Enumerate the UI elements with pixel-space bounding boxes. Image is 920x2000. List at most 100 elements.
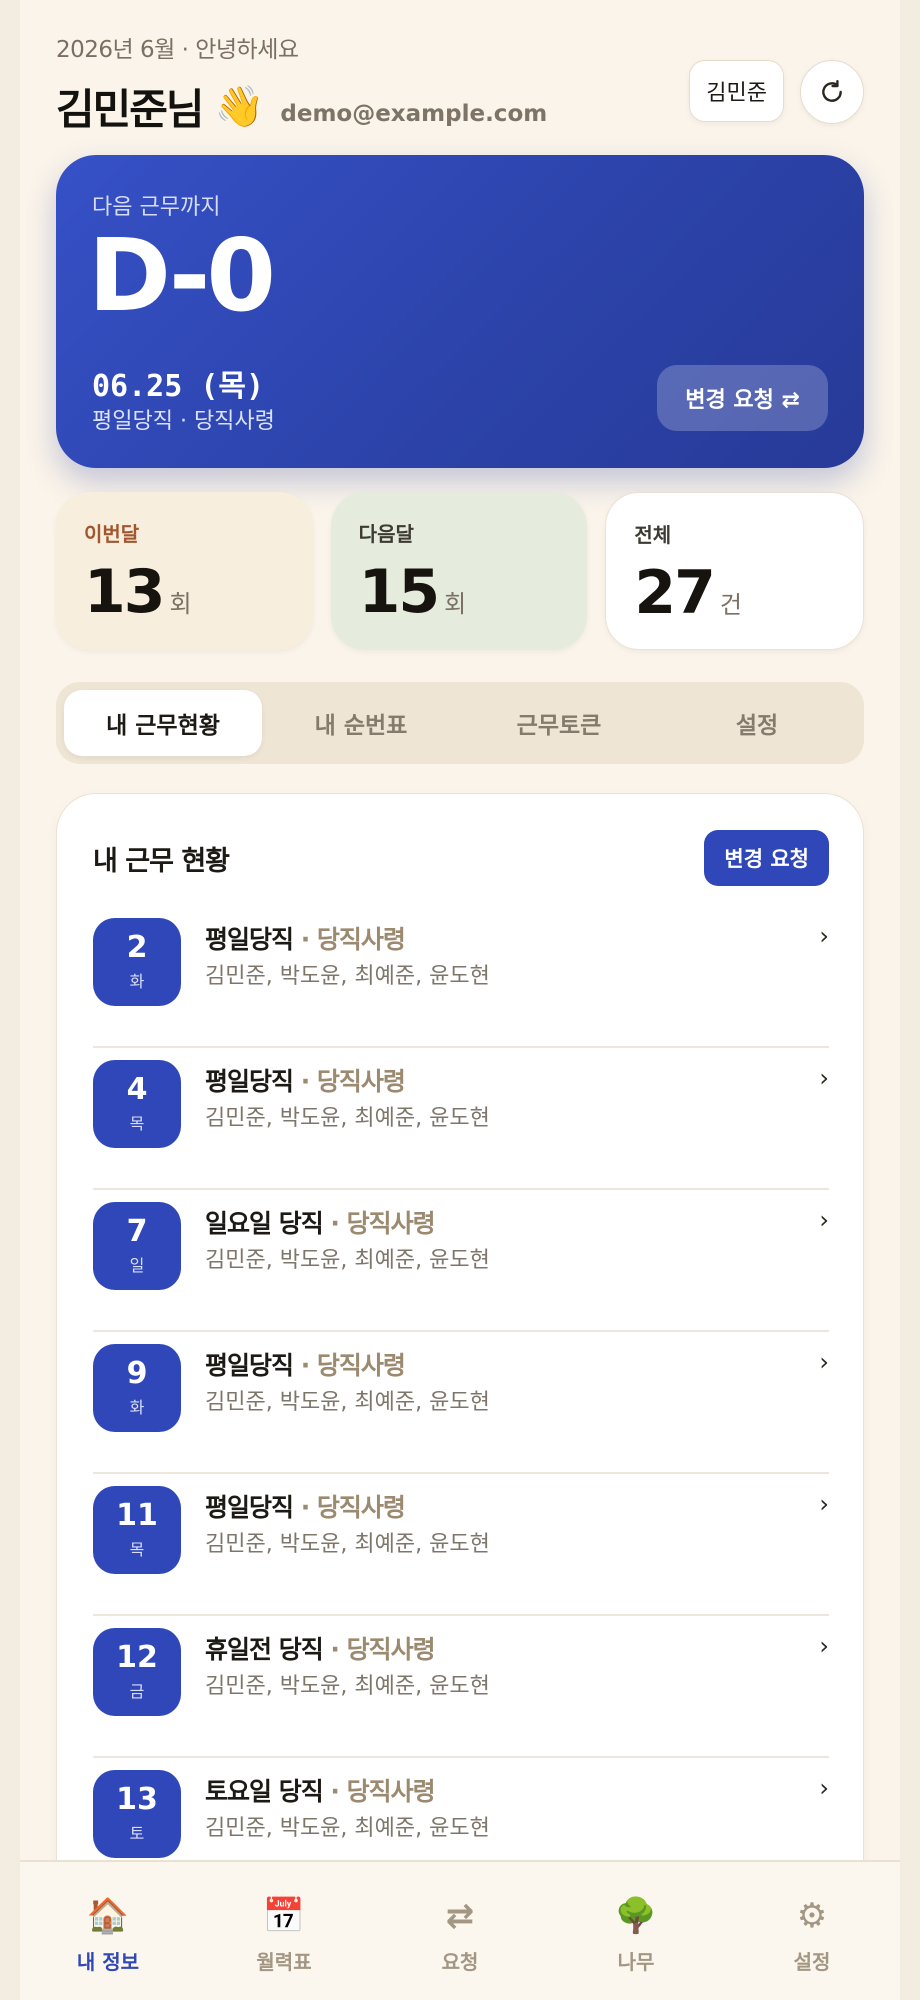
change-request-button[interactable]: 변경 요청 ⇄ xyxy=(657,365,828,431)
nav-label: 요청 xyxy=(441,1950,479,1974)
user-name-button[interactable]: 김민준 xyxy=(689,60,784,122)
date-badge: 4목 xyxy=(93,1060,181,1148)
duty-row[interactable]: 4 목 평일당직 · 당직사령 김민준, 박도윤, 최예준, 윤도현 › xyxy=(93,1048,829,1190)
nav-item-3[interactable]: 🌳 나무 xyxy=(548,1862,724,2000)
duty-row[interactable]: 7 일 일요일 당직 · 당직사령 김민준, 박도윤, 최예준, 윤도현 › xyxy=(93,1190,829,1332)
duty-role: · 당직사령 xyxy=(322,1777,435,1806)
next-duty-card: 다음 근무까지 D-0 06.25 (목) 평일당직 · 당직사령 변경 요청 … xyxy=(56,155,864,468)
stat-number: 15 xyxy=(358,557,440,627)
duty-row[interactable]: 11 목 평일당직 · 당직사령김민준, 박도윤, 최예준, 윤도현 › xyxy=(93,1474,829,1616)
date-badge: 12 금 xyxy=(93,1628,181,1716)
duty-title: 평일당직 · 당직사령 xyxy=(205,1346,406,1382)
badge-weekday: 목 xyxy=(129,1114,145,1133)
stat-number: 27 xyxy=(634,558,715,628)
tab-bar: 내 근무현황 내 순번표 근무토큰 설정 xyxy=(56,682,864,764)
nav-label: 설정 xyxy=(793,1950,831,1974)
stat-value-row: 13 회 xyxy=(84,557,285,627)
badge-weekday: 화 xyxy=(129,1398,145,1417)
duty-title: 토요일 당직 · 당직사령 xyxy=(205,1772,436,1808)
user-email: demo@example.com xyxy=(280,100,548,127)
nav-label: 내 정보 xyxy=(76,1950,140,1974)
tab-3[interactable]: 설정 xyxy=(658,690,856,756)
duty-title: 일요일 당직 · 당직사령 xyxy=(205,1204,436,1240)
duty-list: 2 화 평일당직 · 당직사령 김민준, 박도윤, 최예준, 윤도현 › 4 목 평일당직 ·… xyxy=(93,906,829,2000)
date-badge: 11 목 xyxy=(93,1486,181,1574)
badge-day: 4 xyxy=(126,1072,148,1107)
stat-label: 다음달 xyxy=(358,522,414,546)
chevron-right-icon: › xyxy=(819,1774,829,1802)
duty-title: 휴일전 당직 · 당직사령 xyxy=(205,1630,436,1666)
stat-card: 다음달 15 회 xyxy=(330,492,588,650)
chevron-right-icon: › xyxy=(819,1490,829,1518)
badge-weekday: 목 xyxy=(129,1540,145,1559)
tree-icon: 🌳 xyxy=(614,1896,658,1936)
bottom-nav: 🏠 내 정보 📅 월력표 ⇄ 요청 🌳 나무 ⚙ 설정 xyxy=(20,1860,900,2000)
duty-role: · 당직사령 xyxy=(293,1067,406,1096)
house-icon: 🏠 xyxy=(86,1896,130,1936)
badge-day: 2 xyxy=(126,930,148,965)
duty-row[interactable]: 2 화 평일당직 · 당직사령김민준, 박도윤, 최예준, 윤도현 › xyxy=(93,906,829,1048)
duty-role: · 당직사령 xyxy=(322,1635,435,1664)
duty-row[interactable]: 12 금 휴일전 당직 · 당직사령김민준, 박도윤, 최예준, 윤도현 › xyxy=(93,1616,829,1758)
greeting-subline: 2026년 6월 · 안녕하세요 xyxy=(56,37,299,63)
duty-type: 토요일 당직 xyxy=(205,1777,324,1806)
duty-members: 김민준, 박도윤, 최예준, 윤도현 xyxy=(205,1816,490,1841)
badge-day: 7 xyxy=(126,1214,148,1249)
duty-row[interactable]: 9 화 평일당직 · 당직사령 김민준, 박도윤, 최예준, 윤도현 › xyxy=(93,1332,829,1474)
stat-unit: 회 xyxy=(444,590,467,618)
chevron-right-icon: › xyxy=(819,922,829,950)
duty-role: · 당직사령 xyxy=(293,1351,406,1380)
stat-label: 전체 xyxy=(634,523,672,547)
duty-type: 일요일 당직 xyxy=(205,1209,324,1238)
duty-members: 김민준, 박도윤, 최예준, 윤도현 xyxy=(205,1390,490,1415)
waving-hand-icon: 👋 xyxy=(214,84,265,130)
refresh-icon xyxy=(822,79,842,102)
tab-0[interactable]: 내 근무현황 xyxy=(64,690,262,756)
date-badge: 2화 xyxy=(93,918,181,1006)
nav-item-1[interactable]: 📅 월력표 xyxy=(196,1862,372,2000)
stat-unit: 회 xyxy=(169,590,192,618)
nav-label: 나무 xyxy=(617,1950,655,1974)
duty-role: · 당직사령 xyxy=(322,1209,435,1238)
duty-members: 김민준, 박도윤, 최예준, 윤도현 xyxy=(205,1532,490,1557)
duty-type: 평일당직 xyxy=(205,925,294,954)
stats-row: 이번달 13 회 다음달 15 회 전체 27 건 xyxy=(56,492,865,650)
duty-title: 평일당직 · 당직사령 xyxy=(205,1488,406,1524)
header: 2026년 6월 · 안녕하세요 김민준님 👋 demo@example.com… xyxy=(56,30,864,134)
tab-1[interactable]: 내 순번표 xyxy=(262,690,460,756)
stat-value-row: 27 건 xyxy=(634,558,835,628)
nav-item-4[interactable]: ⚙ 설정 xyxy=(724,1862,900,2000)
card-change-request-button[interactable]: 변경 요청 xyxy=(704,830,829,886)
nav-label: 월력표 xyxy=(256,1950,312,1974)
stat-card: 이번달 13 회 xyxy=(56,492,313,650)
duty-type: 평일당직 xyxy=(205,1351,294,1380)
nav-item-0[interactable]: 🏠 내 정보 xyxy=(20,1862,196,2000)
app-screen: 2026년 6월 · 안녕하세요 김민준님 👋 demo@example.com… xyxy=(20,0,900,2000)
badge-weekday: 토 xyxy=(129,1824,145,1843)
duty-title: 평일당직 · 당직사령 xyxy=(205,920,406,956)
chevron-right-icon: › xyxy=(819,1206,829,1234)
stat-unit: 건 xyxy=(719,591,742,619)
duty-members: 김민준, 박도윤, 최예준, 윤도현 xyxy=(205,964,490,989)
duty-list-card: 내 근무 현황 변경 요청 2 화 평일당직 · 당직사령 김민준, 박도윤, 최예준… xyxy=(56,793,864,2000)
badge-weekday: 일 xyxy=(129,1256,145,1275)
duty-members: 김민준, 박도윤, 최예준, 윤도현 xyxy=(205,1106,490,1131)
badge-weekday: 금 xyxy=(129,1682,145,1701)
nav-item-2[interactable]: ⇄ 요청 xyxy=(372,1862,548,2000)
date-badge: 9화 xyxy=(93,1344,181,1432)
refresh-button[interactable] xyxy=(800,60,864,124)
badge-day: 11 xyxy=(116,1498,158,1533)
tab-2[interactable]: 근무토큰 xyxy=(460,690,658,756)
header-actions: 김민준 xyxy=(689,60,864,124)
stat-card: 전체 27 건 xyxy=(605,492,865,650)
calendar-icon: 📅 xyxy=(262,1896,306,1936)
gear-icon: ⚙ xyxy=(796,1896,828,1936)
duty-role: · 당직사령 xyxy=(293,925,406,954)
next-duty-desc: 평일당직 · 당직사령 xyxy=(92,409,275,434)
stat-label: 이번달 xyxy=(84,522,140,546)
duty-title: 평일당직 · 당직사령 xyxy=(205,1062,406,1098)
chevron-right-icon: › xyxy=(819,1632,829,1660)
date-badge: 7일 xyxy=(93,1202,181,1290)
duty-members: 김민준, 박도윤, 최예준, 윤도현 xyxy=(205,1674,490,1699)
page-title: 김민준님 xyxy=(56,85,205,134)
